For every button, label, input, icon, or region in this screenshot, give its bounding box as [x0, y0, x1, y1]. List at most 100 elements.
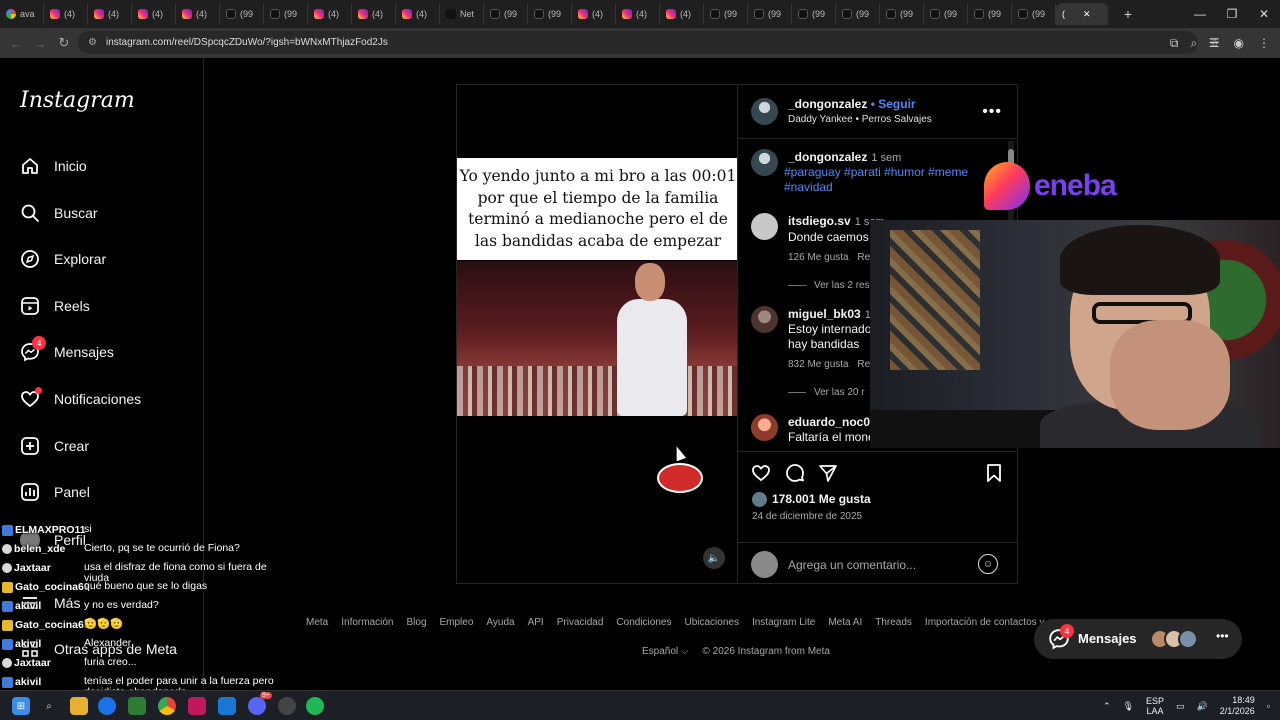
close-tab-icon[interactable]: ✕ [1083, 9, 1091, 20]
spotify-icon[interactable] [306, 697, 324, 715]
browser-tab[interactable]: (99 [836, 3, 880, 25]
microphone-icon[interactable]: 🎙 [1123, 701, 1134, 712]
reload-button[interactable]: ↻ [52, 35, 76, 51]
browser-menu-icon[interactable]: ⋮ [1258, 36, 1270, 50]
install-app-icon[interactable]: ⧉ [1170, 36, 1179, 51]
browser-tab[interactable]: (99 [924, 3, 968, 25]
save-bookmark-icon[interactable] [983, 462, 1005, 484]
browser-tab[interactable]: (99 [792, 3, 836, 25]
nav-notifications[interactable]: Notificaciones [20, 387, 141, 411]
browser-tab[interactable]: (4) [132, 3, 176, 25]
close-window-button[interactable]: ✕ [1248, 0, 1280, 28]
back-button[interactable]: ← [4, 36, 28, 51]
file-explorer-icon[interactable] [70, 697, 88, 715]
minimize-button[interactable]: — [1184, 0, 1216, 28]
volume-icon[interactable]: 🔈 [703, 547, 725, 569]
messages-pill[interactable]: 4 Mensajes ••• [1034, 619, 1242, 659]
browser-tab[interactable]: (99 [220, 3, 264, 25]
comment-avatar[interactable] [751, 213, 778, 240]
notifications-tray-icon[interactable]: ▫ [1267, 701, 1270, 711]
footer-link[interactable]: Meta [306, 617, 328, 628]
comment-username[interactable]: itsdiego.sv [788, 214, 851, 228]
more-options-icon[interactable]: ••• [982, 103, 1002, 121]
post-hashtags[interactable]: #paraguay #parati #humor #meme #navidad [784, 165, 984, 195]
forward-button[interactable]: → [28, 36, 52, 51]
footer-link[interactable]: Threads [875, 617, 912, 628]
comment-input[interactable]: Agrega un comentario... [788, 558, 916, 572]
browser-tab[interactable]: (99 [1012, 3, 1056, 25]
profile-avatar-icon[interactable]: ◉ [1234, 36, 1244, 50]
footer-link[interactable]: Blog [406, 617, 426, 628]
browser-tab[interactable]: Net [440, 3, 484, 25]
footer-link[interactable]: Meta AI [828, 617, 862, 628]
site-info-icon[interactable]: ⚙ [88, 37, 100, 48]
nav-messages[interactable]: 4 Mensajes [20, 336, 114, 364]
comment-avatar[interactable] [751, 414, 778, 441]
browser-tab[interactable]: (99 [880, 3, 924, 25]
browser-tab[interactable]: (99 [704, 3, 748, 25]
chrome-icon[interactable] [158, 697, 176, 715]
taskbar-search-icon[interactable]: ⌕ [40, 697, 58, 715]
nav-home[interactable]: Inicio [20, 154, 87, 178]
browser-tab[interactable]: ava [0, 3, 44, 25]
browser-tab[interactable]: (4) [352, 3, 396, 25]
obs-icon[interactable] [278, 697, 296, 715]
audio-info[interactable]: Daddy Yankee • Perros Salvajes [788, 114, 932, 125]
volume-tray-icon[interactable]: 🔊 [1197, 701, 1208, 712]
clock[interactable]: 18:49 2/1/2026 [1220, 695, 1255, 717]
browser-tab[interactable]: (99 [528, 3, 572, 25]
excel-icon[interactable] [128, 697, 146, 715]
zoom-icon[interactable]: ⌕ [1191, 36, 1198, 51]
nav-search[interactable]: Buscar [20, 201, 98, 225]
network-icon[interactable]: ▭ [1176, 701, 1185, 712]
footer-link[interactable]: Importación de contactos y [925, 617, 1045, 628]
comment-bubble-icon[interactable] [784, 462, 806, 484]
browser-tab-active[interactable]: (✕ [1056, 3, 1108, 25]
input-language[interactable]: ESP LAA [1146, 696, 1164, 716]
maximize-button[interactable]: ❐ [1216, 0, 1248, 28]
follow-button[interactable]: Seguir [878, 97, 915, 111]
messages-more-icon[interactable]: ••• [1216, 629, 1229, 643]
browser-tab[interactable]: (4) [616, 3, 660, 25]
reply-button[interactable]: Re [857, 252, 870, 263]
browser-tab[interactable]: (4) [88, 3, 132, 25]
view-replies[interactable]: Ver las 20 r [788, 387, 865, 398]
browser-tab[interactable]: (4) [44, 3, 88, 25]
reel-video[interactable]: Yo yendo junto a mi bro a las 00:01 por … [456, 84, 738, 584]
footer-link[interactable]: Ayuda [486, 617, 514, 628]
language-selector[interactable]: Español ⌵ [642, 646, 689, 657]
footer-link[interactable]: Ubicaciones [684, 617, 738, 628]
author-username[interactable]: _dongonzalez [788, 97, 867, 111]
browser-tab[interactable]: (99 [484, 3, 528, 25]
windows-start-icon[interactable]: ⊞ [12, 697, 30, 715]
browser-tab[interactable]: (99 [264, 3, 308, 25]
footer-link[interactable]: API [528, 617, 544, 628]
footer-link[interactable]: Instagram Lite [752, 617, 815, 628]
app-icon[interactable] [188, 697, 206, 715]
browser-tab[interactable]: (4) [308, 3, 352, 25]
browser-tab[interactable]: (4) [660, 3, 704, 25]
reading-list-icon[interactable]: ☰ [1209, 36, 1220, 50]
comment-likes[interactable]: 126 Me gusta [788, 252, 849, 263]
nav-reels[interactable]: Reels [20, 294, 90, 318]
nav-explore[interactable]: Explorar [20, 247, 106, 271]
comment-avatar[interactable] [751, 306, 778, 333]
app-icon[interactable] [218, 697, 236, 715]
instagram-logo[interactable]: Instagram [20, 88, 135, 113]
footer-link[interactable]: Empleo [440, 617, 474, 628]
view-replies[interactable]: Ver las 2 res [788, 280, 870, 291]
footer-link[interactable]: Información [341, 617, 393, 628]
browser-tab[interactable]: (4) [176, 3, 220, 25]
author-avatar[interactable] [751, 98, 778, 125]
likes-count[interactable]: 178.001 Me gusta [772, 492, 871, 506]
owner-comment-username[interactable]: _dongonzalez [788, 150, 867, 164]
discord-icon[interactable]: 9+ [248, 692, 272, 715]
share-send-icon[interactable] [817, 462, 839, 484]
like-heart-icon[interactable] [750, 462, 772, 484]
nav-panel[interactable]: Panel [20, 480, 90, 504]
show-hidden-icons[interactable]: ⌃ [1103, 701, 1111, 712]
comment-likes[interactable]: 832 Me gusta [788, 359, 849, 370]
reply-button[interactable]: Re [857, 359, 870, 370]
footer-link[interactable]: Condiciones [616, 617, 671, 628]
edge-browser-icon[interactable] [98, 697, 116, 715]
